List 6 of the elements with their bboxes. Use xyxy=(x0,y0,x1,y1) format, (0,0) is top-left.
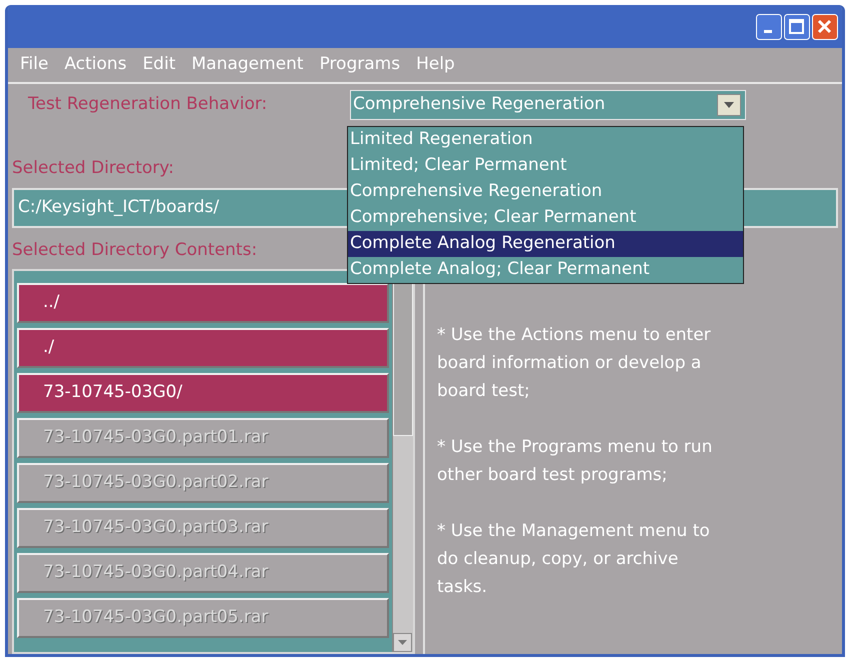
help-paragraph: * Use the Programs menu to run other board test programs; xyxy=(437,436,714,487)
help-paragraph: * Use the Management menu to do cleanup, copy, or archive tasks. xyxy=(437,520,711,599)
help-paragraph: * Use the Actions menu to enter board information or develop a board test; xyxy=(437,324,712,403)
field-label: Test Regeneration Behavior: xyxy=(28,93,268,116)
field-label: Selected Directory: xyxy=(12,158,174,178)
field-label: Selected Directory Contents: xyxy=(12,240,258,260)
